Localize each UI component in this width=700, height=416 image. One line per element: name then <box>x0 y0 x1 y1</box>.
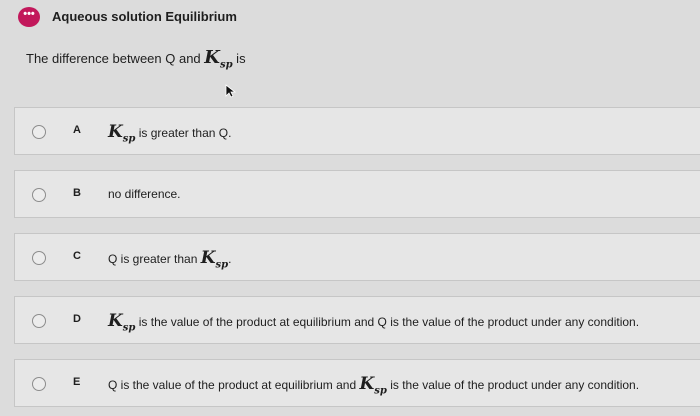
option-letter: C <box>73 250 81 262</box>
option-d[interactable]: D Ksp is the value of the product at equ… <box>14 296 700 344</box>
app-title: Aqueous solution Equilibrium <box>52 9 237 24</box>
option-c[interactable]: C Q is greater than Ksp. <box>14 233 700 281</box>
question-text: The difference between Q and Ksp is <box>26 47 246 71</box>
ksp-symbol: Ksp <box>359 374 387 397</box>
question-prefix: The difference between Q and <box>26 51 205 66</box>
mouse-cursor-icon <box>225 84 237 98</box>
radio-button[interactable] <box>32 251 46 265</box>
menu-dots-icon[interactable]: ••• <box>18 7 40 27</box>
ksp-symbol: Ksp <box>204 47 233 71</box>
ksp-symbol: Ksp <box>108 311 136 334</box>
option-text: Ksp is the value of the product at equil… <box>108 311 640 334</box>
radio-button[interactable] <box>32 314 46 328</box>
option-a[interactable]: A Ksp is greater than Q. <box>14 107 700 155</box>
option-letter: D <box>73 313 81 325</box>
ksp-symbol: Ksp <box>200 248 229 271</box>
radio-button[interactable] <box>32 377 46 391</box>
option-letter: A <box>73 124 81 136</box>
option-letter: E <box>73 376 81 388</box>
option-e[interactable]: E Q is the value of the product at equil… <box>14 359 700 407</box>
app-header: ••• Aqueous solution Equilibrium <box>0 0 700 36</box>
option-text: no difference. <box>108 187 181 201</box>
option-b[interactable]: B no difference. <box>14 170 700 218</box>
radio-button[interactable] <box>32 125 46 139</box>
option-text: Q is the value of the product at equilib… <box>108 374 640 397</box>
option-text: Ksp is greater than Q. <box>108 122 232 145</box>
ksp-symbol: Ksp <box>108 122 136 145</box>
option-letter: B <box>73 187 81 199</box>
radio-button[interactable] <box>32 188 46 202</box>
question-suffix: is <box>232 51 246 66</box>
option-text: Q is greater than Ksp. <box>108 248 232 271</box>
